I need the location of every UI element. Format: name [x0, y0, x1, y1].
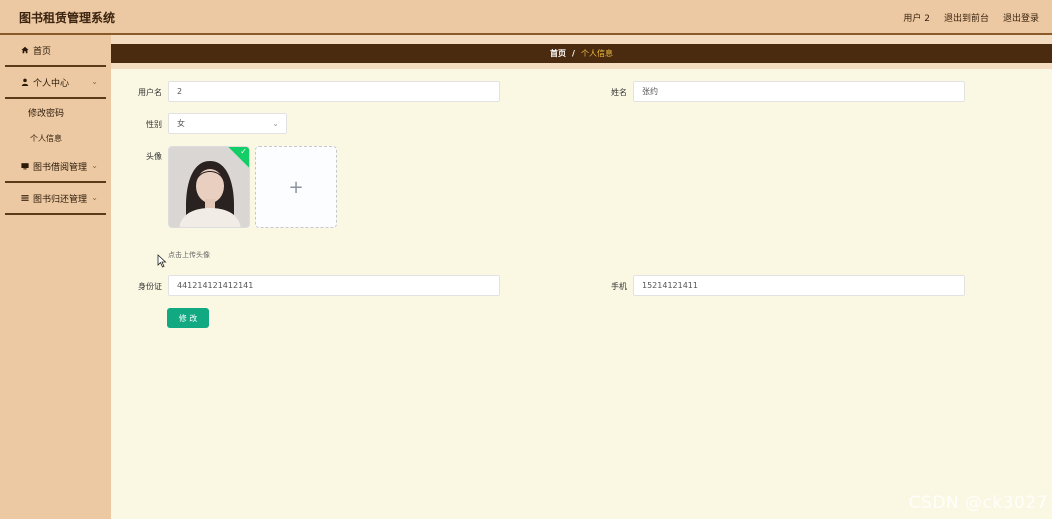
back-to-front-link[interactable]: 退出到前台 [944, 11, 989, 24]
phone-field[interactable]: 15214121411 [633, 275, 965, 296]
header-actions: 用户 2 退出到前台 退出登录 [903, 11, 1039, 24]
avatar-image[interactable]: ✓ [168, 146, 250, 228]
portrait-image [169, 147, 249, 227]
sidebar-item-personal-center[interactable]: 个人中心 ⌄ [0, 67, 111, 97]
sidebar-item-label: 首页 [33, 46, 52, 57]
monitor-icon [19, 162, 30, 170]
chevron-down-icon: ⌄ [91, 193, 98, 202]
app-title: 图书租赁管理系统 [19, 11, 116, 25]
home-icon [19, 46, 30, 54]
username-field[interactable]: 2 [168, 81, 500, 102]
name-label: 姓名 [611, 88, 627, 97]
upload-hint: 点击上传头像 [168, 251, 210, 259]
logout-link[interactable]: 退出登录 [1003, 11, 1039, 24]
content-bottom-strip [111, 63, 1052, 69]
top-header: 图书租赁管理系统 用户 2 退出到前台 退出登录 [0, 0, 1052, 33]
phone-label: 手机 [611, 282, 627, 291]
sidebar-item-change-password[interactable]: 修改密码 [0, 99, 111, 125]
gender-select[interactable]: 女 ⌄ [168, 113, 287, 134]
user-link[interactable]: 用户 2 [903, 11, 930, 24]
user-icon [19, 78, 30, 86]
username-label: 用户名 [138, 88, 162, 97]
chevron-down-icon: ⌄ [91, 77, 98, 86]
chevron-down-icon: ⌄ [91, 161, 98, 170]
sidebar-item-label: 图书归还管理 [33, 194, 88, 205]
check-icon: ✓ [240, 147, 247, 156]
content-top-strip [111, 35, 1052, 44]
breadcrumb-home[interactable]: 首页 [550, 48, 566, 59]
sidebar: 首页 个人中心 ⌄ 修改密码 个人信息 图书借阅管理 ⌄ 图书归还管理 ⌄ [0, 35, 111, 519]
sidebar-item-personal-info[interactable]: 个人信息 [0, 125, 111, 151]
sidebar-item-home[interactable]: 首页 [0, 35, 111, 65]
upload-avatar-button[interactable]: + [255, 146, 337, 228]
mouse-cursor-icon [157, 254, 167, 268]
idcard-field[interactable]: 441214121412141 [168, 275, 500, 296]
breadcrumb-separator: / [572, 49, 575, 58]
menu-divider [5, 213, 106, 215]
sidebar-item-label: 个人中心 [33, 78, 70, 89]
sidebar-item-borrow[interactable]: 图书借阅管理 ⌄ [0, 151, 111, 181]
gender-label: 性别 [146, 120, 162, 129]
list-icon [19, 194, 30, 202]
breadcrumb: 首页 / 个人信息 [111, 44, 1052, 63]
watermark: CSDN @ck3027 [908, 493, 1048, 513]
idcard-label: 身份证 [138, 282, 162, 291]
gender-selected-value: 女 [177, 119, 185, 128]
sidebar-item-label: 图书借阅管理 [33, 162, 88, 173]
chevron-down-icon: ⌄ [272, 119, 279, 128]
breadcrumb-current: 个人信息 [580, 49, 613, 58]
name-field[interactable]: 张约 [633, 81, 965, 102]
avatar-label: 头像 [146, 152, 162, 161]
plus-icon: + [288, 176, 304, 198]
submit-button[interactable]: 修 改 [167, 308, 209, 328]
sidebar-item-return[interactable]: 图书归还管理 ⌄ [0, 183, 111, 213]
